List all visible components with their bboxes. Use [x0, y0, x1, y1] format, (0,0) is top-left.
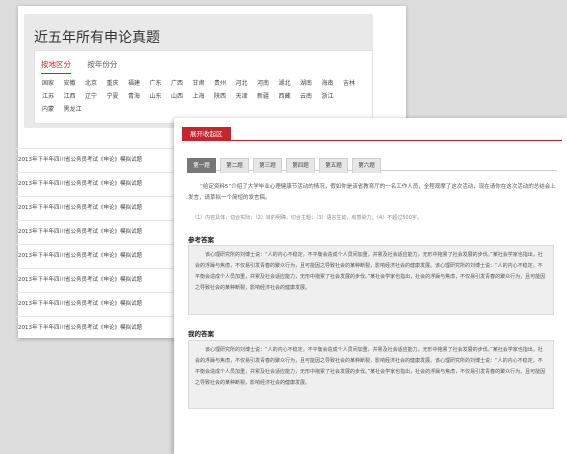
region-link[interactable]: 北京: [85, 77, 107, 90]
region-link[interactable]: 湖南: [300, 77, 322, 90]
region-link[interactable]: 黑龙江: [64, 103, 86, 116]
reference-answer-box: 该心理研究所的刘博士说：“人的内心不稳定，不平衡会造成个人员间加重，并累及社会适…: [188, 245, 554, 315]
region-link[interactable]: 吉林: [343, 77, 365, 90]
tab-by-year[interactable]: 按年份分: [87, 59, 117, 73]
region-link[interactable]: 国家: [42, 77, 64, 90]
tab-by-region[interactable]: 按地区分: [41, 59, 71, 74]
my-answer-box[interactable]: 该心理研究所的刘博士说：“人的内心不稳定，不平衡会造成个人员间加重，并累及社会适…: [188, 340, 554, 409]
region-link[interactable]: 天津: [236, 90, 258, 103]
question-requirements: （1）内容具体，切合实际；（2）目的明确，切合主题；（3）语言生动，有感染力；（…: [192, 215, 422, 221]
region-link[interactable]: 上海: [193, 90, 215, 103]
list-item[interactable]: 2013年下半年四川省公务员考试《申论》模拟试题: [16, 244, 181, 268]
answer-panel: 展开收起区 第一题 第二题 第三题 第四题 第五题 第六题 “给定资料5”介绍了大学毕业心…: [174, 118, 567, 454]
list-item[interactable]: 2013年下半年四川省公务员考试《申论》模拟试题: [16, 268, 181, 292]
region-link[interactable]: 江苏: [42, 90, 64, 103]
tab-question-1[interactable]: 第一题: [187, 158, 216, 173]
list-item[interactable]: 2013年下半年四川省公务员考试《申论》模拟试题: [16, 172, 181, 196]
tab-question-4[interactable]: 第四题: [286, 158, 315, 173]
divider: [182, 140, 562, 141]
expand-toggle-tab[interactable]: 展开收起区: [182, 127, 231, 141]
region-link[interactable]: 海南: [322, 77, 344, 90]
region-link[interactable]: 广西: [171, 77, 193, 90]
tab-question-3[interactable]: 第三题: [253, 158, 282, 173]
region-link[interactable]: 福建: [128, 77, 150, 90]
list-item[interactable]: 2013年下半年四川省公务员考试《申论》模拟试题: [16, 292, 181, 316]
region-link[interactable]: 山东: [150, 90, 172, 103]
region-link[interactable]: 辽宁: [85, 90, 107, 103]
region-link[interactable]: 甘肃: [193, 77, 215, 90]
region-link[interactable]: 湖北: [279, 77, 301, 90]
list-item[interactable]: 2013年下半年四川省公务员考试《申论》模拟试题: [16, 220, 181, 244]
region-link[interactable]: 贵州: [214, 77, 236, 90]
region-link[interactable]: 云南: [300, 90, 322, 103]
exam-title: 近五年所有申论真题: [34, 30, 160, 46]
region-link[interactable]: 宁夏: [107, 90, 129, 103]
region-link[interactable]: 西藏: [279, 90, 301, 103]
list-item[interactable]: 2013年下半年四川省公务员考试《申论》模拟试题: [16, 148, 181, 172]
region-link[interactable]: 青海: [128, 90, 150, 103]
tab-question-6[interactable]: 第六题: [352, 158, 381, 173]
tab-question-2[interactable]: 第二题: [220, 158, 249, 173]
question-tabs: 第一题 第二题 第三题 第四题 第五题 第六题: [187, 154, 557, 173]
region-link[interactable]: 山西: [171, 90, 193, 103]
region-link[interactable]: 河南: [257, 77, 279, 90]
list-item[interactable]: 2013年下半年四川省公务员考试《申论》模拟试题: [16, 196, 181, 220]
filter-box: 按地区分 按年份分 国家 安徽 北京 重庆 福建 广东 广西 甘肃 贵州 河北 河南 湖北 湖南 海南 吉林…: [34, 50, 373, 124]
region-link[interactable]: 新疆: [257, 90, 279, 103]
region-link[interactable]: 陕西: [214, 90, 236, 103]
region-link[interactable]: 河北: [236, 77, 258, 90]
list-item[interactable]: 2013年下半年四川省公务员考试《申论》模拟试题: [16, 316, 181, 340]
question-text: “给定资料5”介绍了大学毕业心理健康节活动的情况，假如你是该省教育厅的一名工作人…: [188, 184, 556, 201]
region-link[interactable]: 广东: [150, 77, 172, 90]
exam-list: 2013年下半年四川省公务员考试《申论》模拟试题 2013年下半年四川省公务员考…: [16, 148, 181, 340]
filter-tabs: 按地区分 按年份分: [41, 59, 131, 74]
exam-filter-card: 近五年所有申论真题 按地区分 按年份分 国家 安徽 北京 重庆 福建 广东 广西 甘肃 贵州 河北…: [24, 14, 373, 128]
region-link[interactable]: 江西: [64, 90, 86, 103]
region-link[interactable]: 重庆: [107, 77, 129, 90]
region-grid: 国家 安徽 北京 重庆 福建 广东 广西 甘肃 贵州 河北 河南 湖北 湖南 海南 吉林江苏 江西 辽宁 宁夏 青海…: [42, 77, 370, 116]
reference-answer-label: 参考答案: [188, 236, 214, 244]
my-answer-label: 我的答案: [188, 330, 214, 338]
region-link[interactable]: 内蒙: [42, 103, 64, 116]
region-link[interactable]: 浙江: [322, 90, 344, 103]
region-link[interactable]: 安徽: [64, 77, 86, 90]
tab-question-5[interactable]: 第五题: [319, 158, 348, 173]
